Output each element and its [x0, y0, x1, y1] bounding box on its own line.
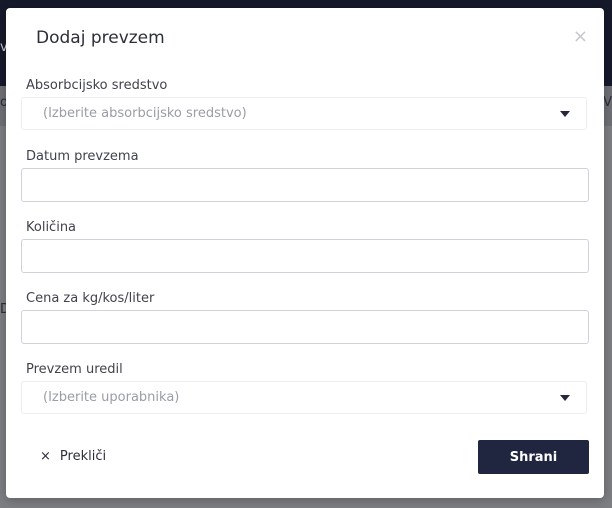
date-label: Datum prevzema [26, 149, 139, 164]
editor-label: Prevzem uredil [26, 362, 123, 377]
absorbent-select[interactable]: (Izberite absorbcijsko sredstvo) [21, 97, 587, 130]
close-icon[interactable]: × [573, 28, 588, 46]
cancel-button-label: Prekliči [59, 448, 107, 464]
quantity-label: Količina [26, 220, 77, 235]
save-button[interactable]: Shrani [478, 440, 589, 474]
modal-title: Dodaj prevzem [36, 28, 165, 48]
cancel-button[interactable]: × Prekliči [40, 446, 106, 466]
date-input[interactable] [21, 168, 589, 202]
absorbent-select-placeholder: (Izberite absorbcijsko sredstvo) [43, 106, 247, 121]
absorbent-label: Absorbcijsko sredstvo [26, 78, 168, 93]
add-pickup-modal: Dodaj prevzem × Absorbcijsko sredstvo (I… [6, 8, 604, 498]
background-text-fragment: V [603, 95, 612, 110]
price-label: Cena za kg/kos/liter [26, 291, 155, 306]
chevron-down-icon [560, 395, 570, 401]
price-input[interactable] [21, 310, 589, 344]
close-icon: × [40, 448, 51, 464]
chevron-down-icon [560, 111, 570, 117]
editor-select-placeholder: (Izberite uporabnika) [43, 390, 180, 405]
quantity-input[interactable] [21, 239, 589, 273]
editor-select[interactable]: (Izberite uporabnika) [21, 381, 587, 414]
